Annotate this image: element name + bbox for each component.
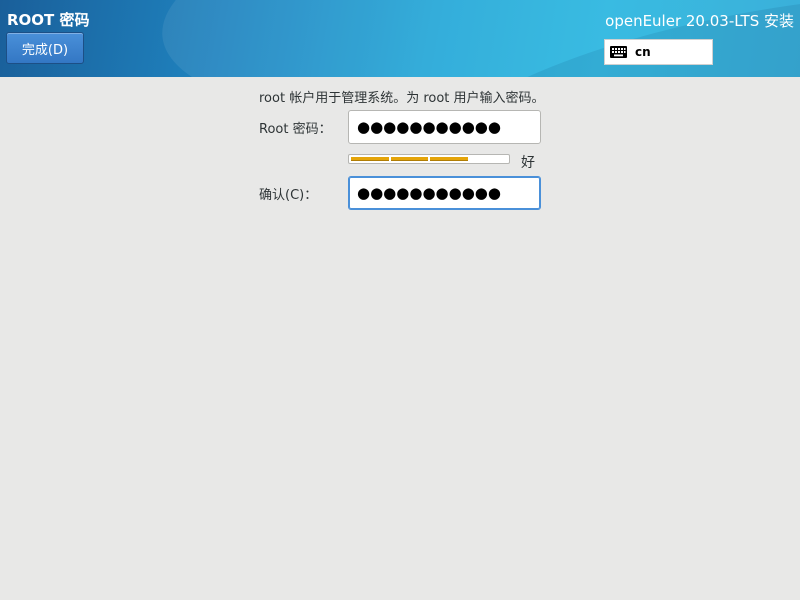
- password-strength-bar: [348, 154, 510, 164]
- done-button[interactable]: 完成(D): [6, 32, 84, 64]
- keyboard-layout-label: cn: [635, 45, 651, 59]
- top-bar: ROOT 密码 完成(D) openEuler 20.03-LTS 安装 cn: [0, 0, 800, 77]
- password-strength-fill: [349, 155, 509, 163]
- password-form: root 帐户用于管理系统。为 root 用户输入密码。 Root 密码： ●●…: [0, 77, 800, 600]
- form-description: root 帐户用于管理系统。为 root 用户输入密码。: [259, 91, 545, 106]
- strength-segment: [430, 157, 468, 161]
- keyboard-layout-indicator[interactable]: cn: [604, 39, 713, 65]
- strength-segment: [351, 157, 389, 161]
- product-title: openEuler 20.03-LTS 安装: [605, 12, 794, 30]
- keyboard-icon: [610, 46, 627, 58]
- page-title: ROOT 密码: [7, 11, 90, 29]
- password-strength-label: 好: [521, 155, 535, 171]
- confirm-password-field[interactable]: ●●●●●●●●●●●: [348, 176, 541, 210]
- confirm-password-label: 确认(C)：: [259, 188, 318, 203]
- root-password-label: Root 密码：: [259, 122, 332, 137]
- strength-segment: [390, 157, 428, 161]
- root-password-field[interactable]: ●●●●●●●●●●●: [348, 110, 541, 144]
